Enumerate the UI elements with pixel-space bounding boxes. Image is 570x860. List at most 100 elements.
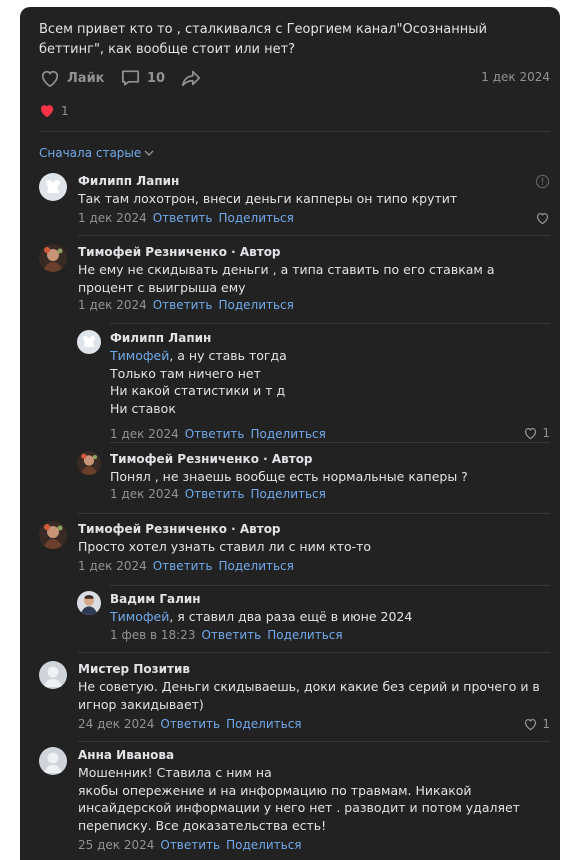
reply-button[interactable]: Ответить bbox=[160, 838, 220, 852]
comment-text: Просто хотел узнать ставил ли с ним кто-… bbox=[78, 539, 372, 554]
comment-meta: 1 дек 2024 Ответить Поделиться bbox=[78, 559, 294, 573]
avatar[interactable] bbox=[77, 451, 101, 475]
divider bbox=[78, 741, 550, 742]
comment-text: Не ему не скидывать деньги , а типа став… bbox=[78, 262, 495, 295]
comment-like[interactable]: 1 bbox=[523, 717, 550, 731]
comment-author[interactable]: Филипп Лапин bbox=[110, 331, 211, 345]
share-button[interactable] bbox=[180, 68, 202, 88]
comment: Тимофей Резниченко · Автор Просто хотел … bbox=[39, 521, 550, 576]
like-label: Лайк bbox=[67, 70, 105, 86]
avatar[interactable] bbox=[39, 244, 67, 272]
comment-icon bbox=[122, 70, 139, 86]
comment-reply: Филипп Лапин Тимофей, а ну ставь тогда Т… bbox=[77, 330, 550, 441]
heart-outline-icon bbox=[525, 427, 537, 440]
reply-button[interactable]: Ответить bbox=[201, 628, 261, 642]
divider bbox=[110, 442, 550, 443]
avatar[interactable] bbox=[39, 661, 67, 689]
mention-link[interactable]: Тимофей bbox=[110, 609, 169, 624]
share-icon bbox=[181, 70, 201, 87]
comment-count: 10 bbox=[147, 70, 166, 86]
sort-dropdown[interactable]: Сначала старые bbox=[39, 146, 154, 160]
comment-date: 1 дек 2024 bbox=[110, 427, 179, 441]
comment-author[interactable]: Тимофей Резниченко · Автор bbox=[78, 245, 281, 259]
comment-text: Мошенник! Ставила с ним на якобы опереже… bbox=[78, 764, 548, 834]
comment-meta: 24 дек 2024 Ответить Поделиться bbox=[78, 717, 302, 731]
comment: Тимофей Резниченко · Автор Не ему не ски… bbox=[39, 244, 550, 319]
comment-author[interactable]: Мистер Позитив bbox=[78, 662, 190, 676]
avatar[interactable] bbox=[77, 330, 101, 354]
comment-author[interactable]: Филипп Лапин bbox=[78, 174, 179, 188]
share-link[interactable]: Поделиться bbox=[267, 628, 342, 642]
post-card: Всем привет кто то , сталкивался с Георг… bbox=[20, 7, 560, 860]
comment-text: Так там лохотрон, внеси деньги капперы о… bbox=[78, 191, 458, 206]
share-link[interactable]: Поделиться bbox=[250, 427, 325, 441]
divider bbox=[78, 513, 550, 514]
share-link[interactable]: Поделиться bbox=[218, 211, 293, 225]
divider bbox=[39, 131, 550, 132]
comment-meta: 1 дек 2024 Ответить Поделиться bbox=[110, 427, 326, 441]
comment-date: 24 дек 2024 bbox=[78, 717, 155, 731]
reaction-count: 1 bbox=[61, 103, 69, 118]
comment-date: 1 дек 2024 bbox=[110, 487, 179, 501]
comment-meta: 1 фев в 18:23 Ответить Поделиться bbox=[110, 628, 343, 642]
comment-author[interactable]: Анна Иванова bbox=[78, 748, 174, 762]
comment-text-line: якобы опережение и на информацию по трав… bbox=[78, 782, 520, 833]
divider bbox=[110, 585, 550, 586]
mention-link[interactable]: Тимофей bbox=[110, 348, 169, 363]
heart-outline-icon bbox=[536, 212, 549, 225]
reply-button[interactable]: Ответить bbox=[153, 298, 213, 312]
comment-like[interactable] bbox=[535, 211, 550, 225]
share-link[interactable]: Поделиться bbox=[250, 487, 325, 501]
comment-meta: 1 дек 2024 Ответить Поделиться bbox=[110, 487, 326, 501]
heart-reaction-icon bbox=[41, 105, 53, 118]
comment-meta: 1 дек 2024 Ответить Поделиться bbox=[78, 211, 294, 225]
comment-author[interactable]: Тимофей Резниченко · Автор bbox=[110, 452, 313, 466]
share-link[interactable]: Поделиться bbox=[226, 838, 301, 852]
share-link[interactable]: Поделиться bbox=[218, 559, 293, 573]
comment-text-line: , а ну ставь тогда bbox=[169, 348, 287, 363]
comment-date: 1 дек 2024 bbox=[78, 559, 147, 573]
sort-label: Сначала старые bbox=[39, 146, 142, 160]
comment: Анна Иванова Мошенник! Ставила с ним на … bbox=[39, 747, 550, 857]
reply-button[interactable]: Ответить bbox=[185, 487, 245, 501]
comment-like[interactable]: 1 bbox=[523, 426, 550, 440]
comments-button[interactable]: 10 bbox=[120, 68, 165, 88]
comment-text: Не советую. Деньги скидываешь, доки каки… bbox=[78, 679, 540, 712]
reply-button[interactable]: Ответить bbox=[153, 559, 213, 573]
comment-author[interactable]: Вадим Галин bbox=[110, 592, 201, 606]
comment-text-line: Ни ставок bbox=[110, 400, 176, 416]
like-count: 1 bbox=[542, 426, 550, 440]
comment-reply: Тимофей Резниченко · Автор Понял , не зн… bbox=[77, 451, 550, 501]
share-link[interactable]: Поделиться bbox=[226, 717, 301, 731]
reply-button[interactable]: Ответить bbox=[160, 717, 220, 731]
reply-button[interactable]: Ответить bbox=[153, 211, 213, 225]
divider bbox=[110, 323, 550, 324]
comment-date: 25 дек 2024 bbox=[78, 838, 155, 852]
post-text: Всем привет кто то , сталкивался с Георг… bbox=[39, 22, 487, 57]
like-count: 1 bbox=[542, 717, 550, 731]
comment-date: 1 фев в 18:23 bbox=[110, 628, 196, 642]
heart-outline-icon bbox=[41, 70, 59, 88]
comment-text-line: Ни какой статистики и т д bbox=[110, 383, 286, 398]
like-button[interactable]: Лайк bbox=[39, 68, 105, 88]
reactions[interactable]: 1 bbox=[39, 103, 69, 118]
avatar[interactable] bbox=[77, 591, 101, 615]
reply-button[interactable]: Ответить bbox=[185, 427, 245, 441]
comment: Мистер Позитив Не советую. Деньги скидыв… bbox=[39, 661, 550, 736]
comment-text: Тимофей, а ну ставь тогда Только там нич… bbox=[110, 347, 540, 417]
avatar[interactable] bbox=[39, 173, 67, 201]
more-icon[interactable] bbox=[535, 174, 550, 189]
post-date: 1 дек 2024 bbox=[481, 70, 550, 84]
divider bbox=[78, 652, 550, 653]
heart-outline-icon bbox=[525, 718, 537, 731]
share-link[interactable]: Поделиться bbox=[218, 298, 293, 312]
comment-text: Тимофей, я ставил два раза ещё в июне 20… bbox=[110, 608, 540, 626]
comment-text-line: Только там ничего нет bbox=[110, 365, 261, 381]
comment-reply: Вадим Галин Тимофей, я ставил два раза е… bbox=[77, 591, 550, 642]
comment-text-line: , я ставил два раза ещё в июне 2024 bbox=[169, 609, 413, 624]
avatar[interactable] bbox=[39, 747, 67, 775]
avatar[interactable] bbox=[39, 521, 67, 549]
comment-author[interactable]: Тимофей Резниченко · Автор bbox=[78, 522, 281, 536]
chevron-down-icon bbox=[144, 150, 154, 156]
comment-meta: 1 дек 2024 Ответить Поделиться bbox=[78, 298, 294, 312]
